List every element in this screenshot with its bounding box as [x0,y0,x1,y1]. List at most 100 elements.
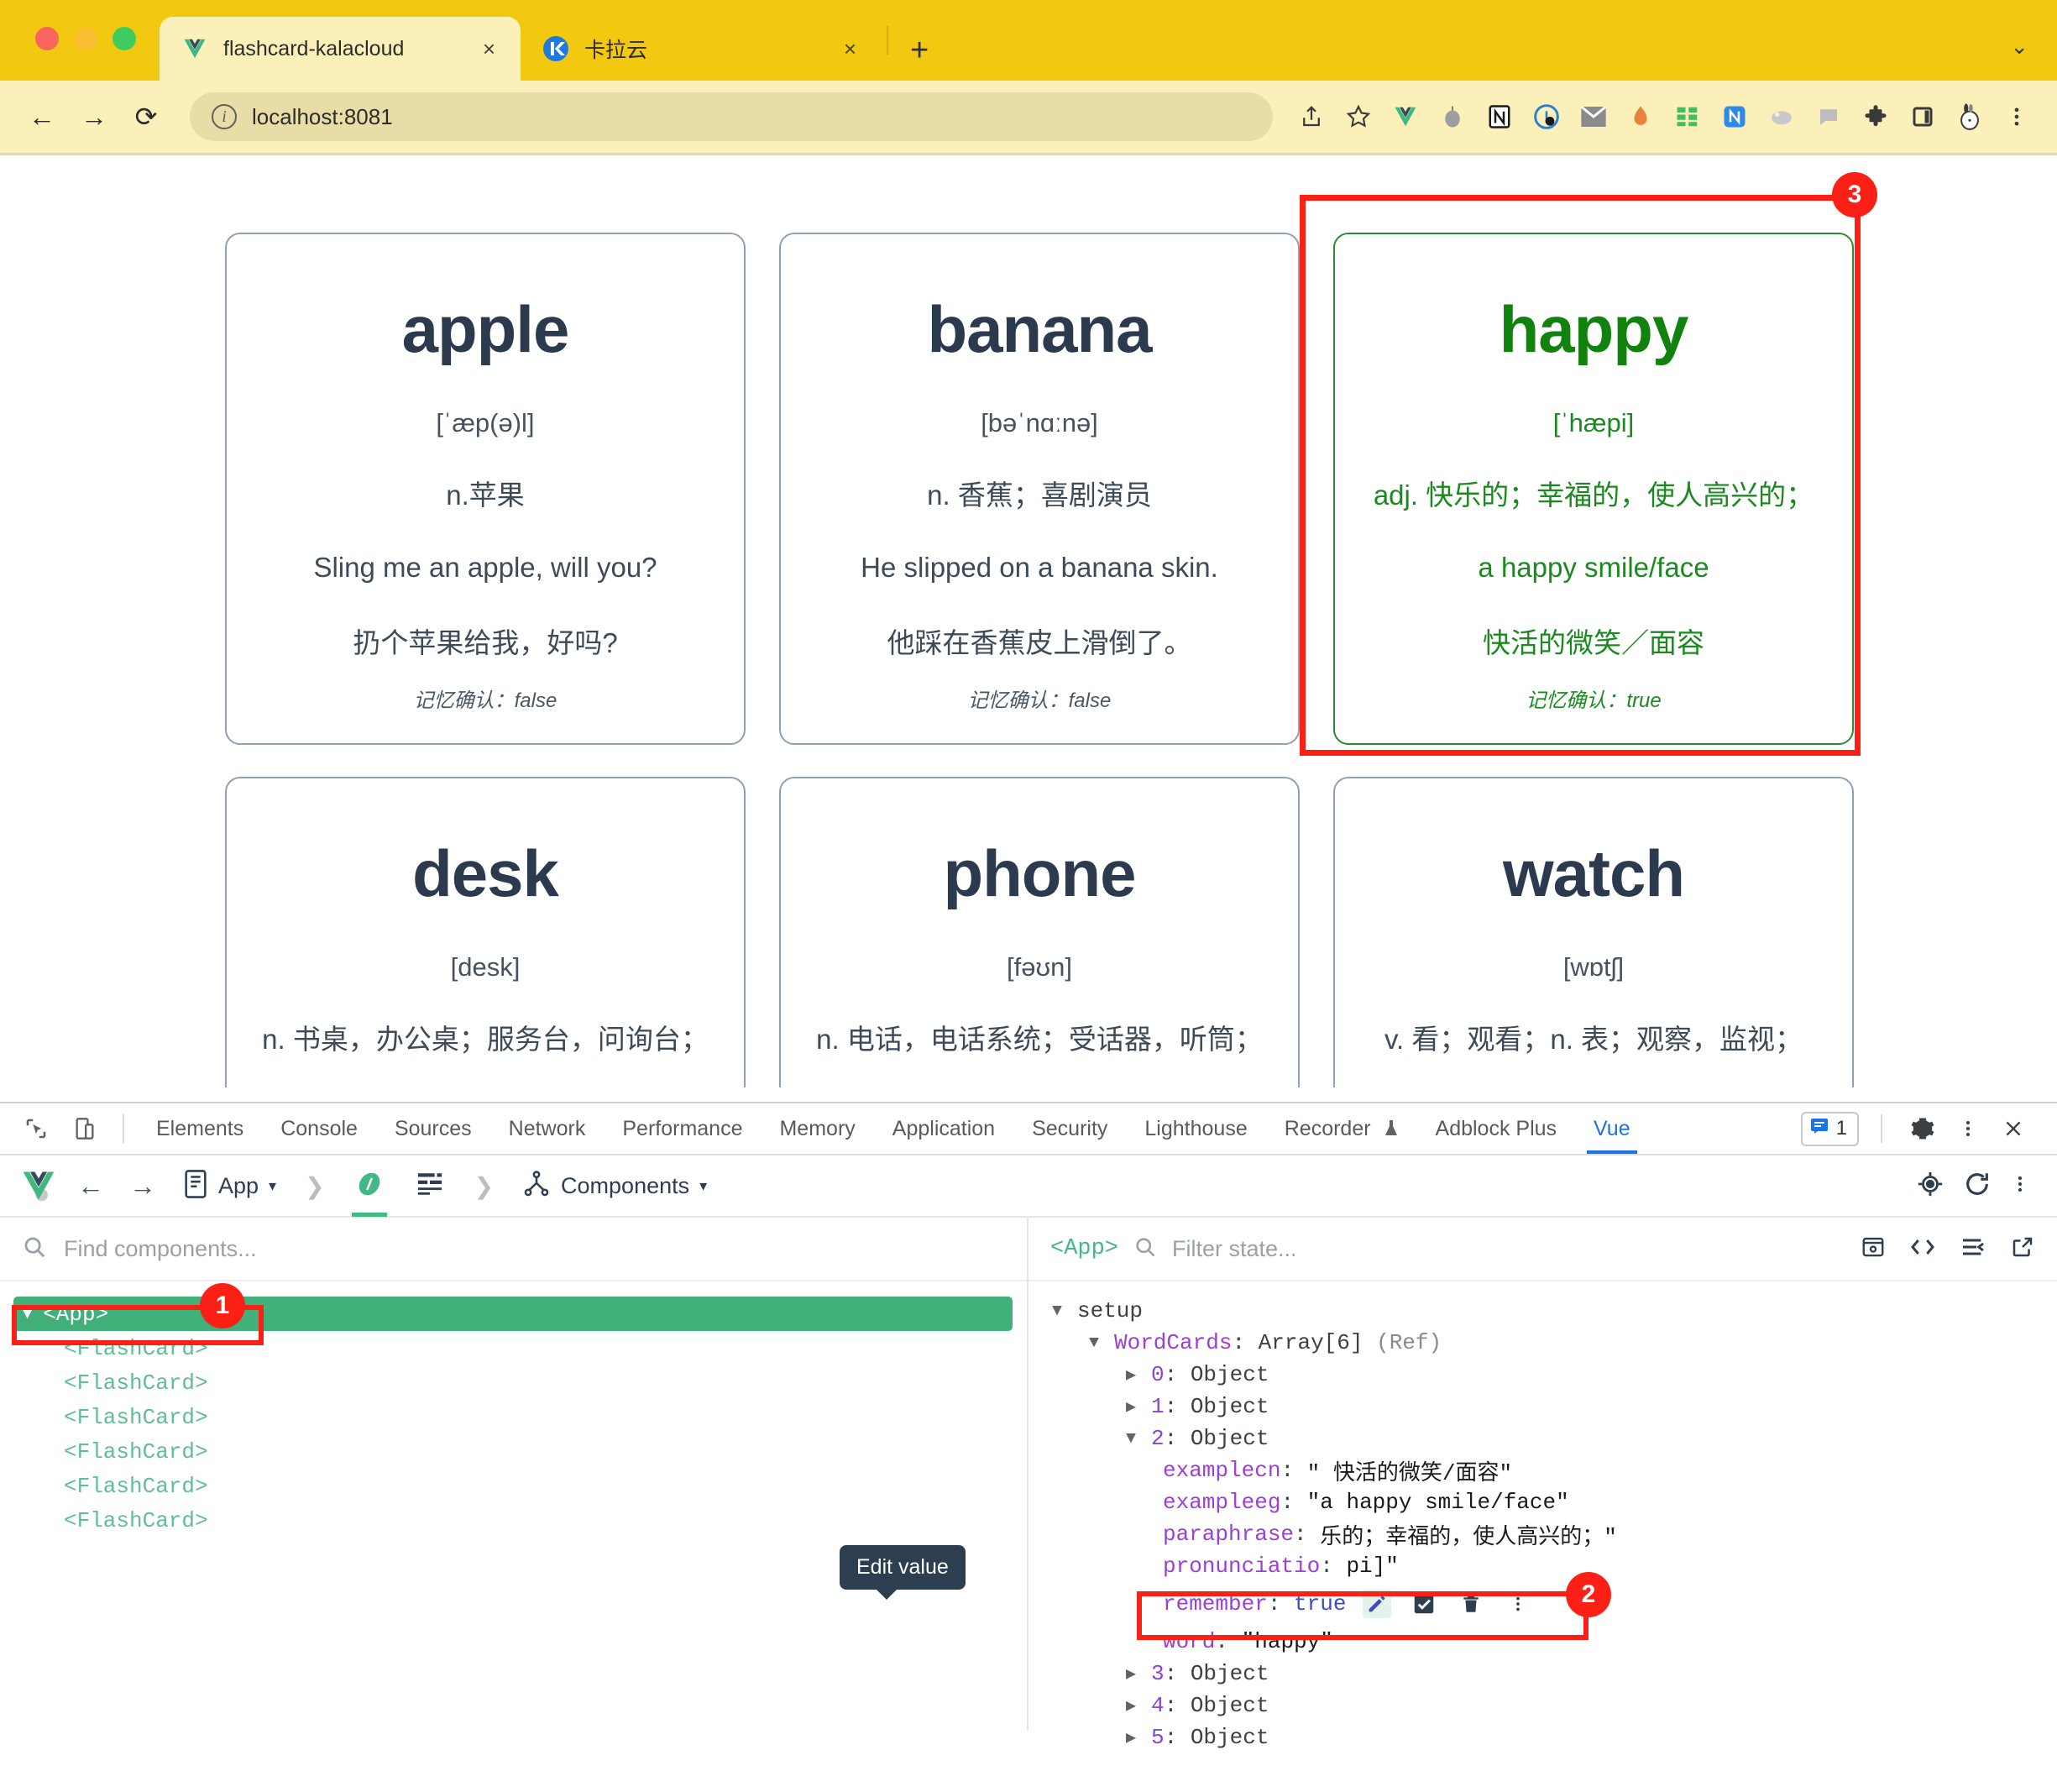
chrome-menu-icon[interactable] [2000,100,2033,134]
browser-tab-kalacloud[interactable]: 卡拉云 × [521,17,882,81]
state-node-wordcards[interactable]: ▼ WordCards: Array[6] (Ref) [1028,1327,2057,1359]
kebab-menu-icon[interactable] [2010,1173,2030,1199]
mail-icon[interactable] [1577,100,1610,134]
onion-icon[interactable] [1436,100,1469,134]
reload-button[interactable]: ⟳ [128,98,165,135]
close-icon[interactable]: × [476,38,502,60]
tab-elements[interactable]: Elements [138,1103,262,1154]
state-prop-remember[interactable]: remember: true [1028,1582,2057,1626]
edit-pencil-icon[interactable] [1363,1590,1391,1618]
find-components-input[interactable]: Find components... [64,1236,257,1262]
browser-tab-flashcard[interactable]: flashcard-kalacloud × [160,17,521,81]
minimize-window-button[interactable] [74,27,97,50]
tree-node-flashcard[interactable]: <FlashCard> [0,1365,1027,1400]
trash-icon[interactable] [1457,1590,1485,1618]
flashcard-desk[interactable]: desk [desk] n. 书桌，办公桌；服务台，问询台； The desk … [225,777,746,1087]
tree-node-flashcard[interactable]: <FlashCard> [0,1469,1027,1503]
state-prop-word[interactable]: word: "happy" [1028,1626,2057,1658]
address-bar[interactable]: i localhost:8081 [190,92,1273,141]
open-in-new-window-icon[interactable] [2010,1234,2035,1264]
rabbit-icon[interactable] [1953,100,1986,134]
state-array-item-1[interactable]: ▶ 1: Object [1028,1391,2057,1423]
state-value[interactable]: "a happy smile/face" [1307,1490,1569,1515]
expand-caret-icon[interactable]: ▼ [1126,1429,1141,1449]
cloud-gray-icon[interactable] [1765,100,1798,134]
collapse-all-icon[interactable] [1960,1235,1986,1263]
tab-sources[interactable]: Sources [376,1103,490,1154]
flashcard-banana[interactable]: banana [bəˈnɑːnə] n. 香蕉；喜剧演员 He slipped … [779,233,1300,745]
tab-search-chevron-down-icon[interactable]: ⌄ [2010,34,2028,60]
state-array-item-0[interactable]: ▶ 0: Object [1028,1359,2057,1391]
puzzle-extensions-icon[interactable] [1859,100,1892,134]
flashcard-happy[interactable]: happy [ˈhæpi] adj. 快乐的；幸福的，使人高兴的； a happ… [1333,233,1854,745]
kebab-menu-icon[interactable] [1950,1110,1986,1147]
refresh-icon[interactable] [1963,1170,1992,1203]
tree-node-flashcard[interactable]: <FlashCard> [0,1434,1027,1469]
flashcard-phone[interactable]: phone [fəʊn] n. 电话，电话系统；受话器，听筒； I have t… [779,777,1300,1087]
components-selector[interactable]: Components ▾ [514,1170,715,1203]
state-array-item-5[interactable]: ▶ 5: Object [1028,1721,2057,1753]
vue-timeline-tab[interactable] [406,1155,454,1217]
tab-recorder[interactable]: Recorder [1266,1103,1417,1154]
state-prop-examplecn[interactable]: examplecn: " 快活的微笑/面容" [1028,1454,2057,1486]
state-array-item-3[interactable]: ▶ 3: Object [1028,1658,2057,1690]
tab-adblock-plus[interactable]: Adblock Plus [1417,1103,1576,1154]
grid-green-icon[interactable] [1671,100,1704,134]
expand-caret-icon[interactable]: ▼ [1089,1334,1104,1353]
device-toolbar-icon[interactable] [65,1109,104,1148]
tab-security[interactable]: Security [1013,1103,1126,1154]
bookmark-star-icon[interactable] [1342,100,1375,134]
state-array-item-4[interactable]: ▶ 4: Object [1028,1690,2057,1721]
tab-performance[interactable]: Performance [604,1103,761,1154]
state-value[interactable]: pi]" [1346,1554,1398,1579]
share-icon[interactable] [1295,100,1328,134]
expand-caret-icon[interactable]: ▶ [1126,1695,1141,1716]
close-window-button[interactable] [35,27,59,50]
find-components-bar[interactable]: Find components... [0,1218,1027,1281]
expand-caret-icon[interactable]: ▶ [1126,1663,1141,1685]
state-prop-exampleeg[interactable]: exampleeg: "a happy smile/face" [1028,1486,2057,1518]
forward-button[interactable]: → [76,98,113,135]
state-value[interactable]: true [1294,1591,1346,1616]
select-component-icon[interactable] [1916,1170,1944,1203]
state-prop-paraphrase[interactable]: paraphrase: 乐的；幸福的，使人高兴的；" [1028,1518,2057,1550]
open-source-code-icon[interactable] [1909,1235,1936,1263]
tab-memory[interactable]: Memory [761,1103,873,1154]
kebab-menu-icon[interactable] [1504,1590,1532,1618]
bluesky-icon[interactable] [1718,100,1751,134]
vue-back-button[interactable]: ← [71,1171,111,1202]
state-value[interactable]: " 快活的微笑/面容" [1307,1455,1512,1486]
expand-caret-icon[interactable]: ▶ [1126,1727,1141,1748]
app-selector[interactable]: App ▾ [175,1170,285,1203]
expand-caret-icon[interactable]: ▶ [1126,1364,1141,1386]
tab-lighthouse[interactable]: Lighthouse [1126,1103,1265,1154]
side-panel-icon[interactable] [1906,100,1939,134]
tree-node-flashcard[interactable]: <FlashCard> [0,1400,1027,1434]
filter-state-input[interactable]: Filter state... [1172,1236,1297,1262]
vue-devtools-icon[interactable] [1389,100,1422,134]
vue-forward-button[interactable]: → [123,1171,163,1202]
one-password-icon[interactable] [1530,100,1563,134]
message-count-badge[interactable]: 1 [1801,1112,1859,1146]
expand-caret-icon[interactable]: ▶ [1126,1396,1141,1417]
tab-console[interactable]: Console [262,1103,376,1154]
show-in-browser-icon[interactable] [1861,1234,1886,1264]
new-tab-button[interactable]: + [893,33,945,81]
back-button[interactable]: ← [24,98,60,135]
state-prop-pronunciation[interactable]: pronunciatio: pi]" [1028,1550,2057,1582]
vue-inspector-tab[interactable] [345,1155,394,1217]
gear-icon[interactable] [1904,1110,1941,1147]
site-info-icon[interactable]: i [212,104,237,129]
expand-caret-icon[interactable]: ▼ [1052,1302,1067,1321]
state-group-setup[interactable]: ▼ setup [1028,1295,2057,1327]
tree-node-flashcard[interactable]: <FlashCard> [0,1503,1027,1538]
tab-network[interactable]: Network [490,1103,605,1154]
inspect-element-icon[interactable] [17,1109,55,1148]
state-value[interactable]: "happy" [1242,1629,1333,1654]
chat-bubble-icon[interactable] [1812,100,1845,134]
maximize-window-button[interactable] [113,27,136,50]
sunset-icon[interactable] [1624,100,1657,134]
notion-icon[interactable] [1483,100,1516,134]
state-array-item-2[interactable]: ▼ 2: Object [1028,1423,2057,1454]
state-value[interactable]: 乐的；幸福的，使人高兴的；" [1320,1519,1617,1550]
